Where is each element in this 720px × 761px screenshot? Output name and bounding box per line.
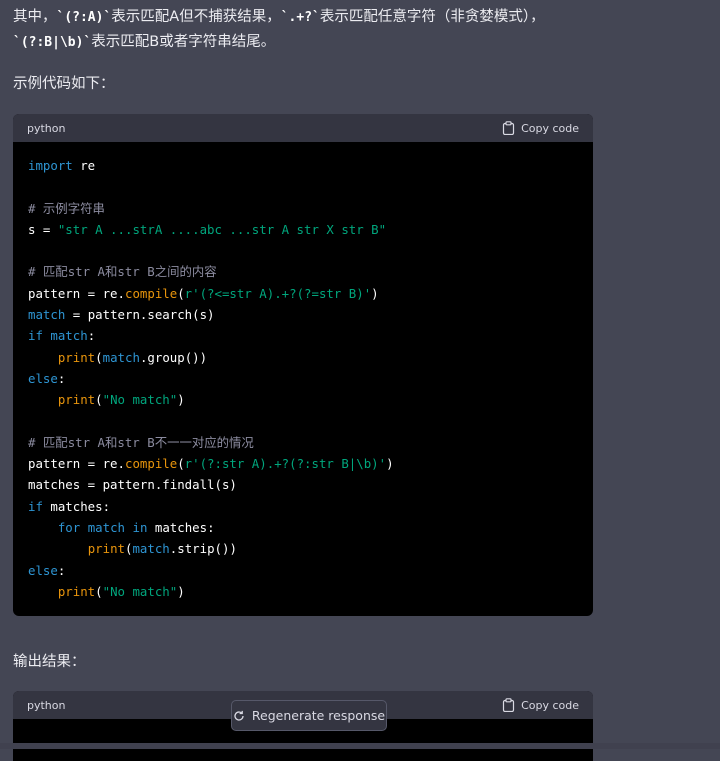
code-block-header: python Copy code [13,114,593,142]
code-block: python Copy code import re # 示例字符串 s = "… [13,114,593,616]
code-token: = pattern.search(s) [65,307,215,323]
code-string: r'(?<=str A).+?(?=str B)' [184,285,372,301]
code-token: matches = pattern.findall(s) [28,477,237,493]
code-content: import re # 示例字符串 s = "str A ...strA ...… [13,142,593,612]
text: 表示匹配B或者字符串结尾。 [91,34,276,50]
code-builtin: print [87,541,125,557]
code-token: : [87,328,96,344]
clipboard-icon [502,698,515,712]
code-token: matches: [147,520,215,536]
code-comment: # 示例字符串 [28,200,105,216]
code-token: ( [177,456,185,472]
inline-code: `.+?` [280,10,320,25]
code-keyword: match [102,349,140,365]
code-keyword: if [28,328,43,344]
refresh-icon [234,710,244,721]
code-token: pattern = re. [28,285,125,301]
regenerate-label: Regenerate response [251,708,386,723]
code-token: matches: [42,498,111,514]
code-string: "str A ...strA ....abc ...str A str X st… [57,221,387,237]
explanation-line-1: 其中，`(?:A)`表示匹配A但不捕获结果，`.+?`表示匹配任意字符（非贪婪模… [13,5,545,30]
code-keyword: else [28,562,58,578]
code-builtin: compile [124,456,178,472]
explanation-line-2: `(?:B|\b)`表示匹配B或者字符串结尾。 [13,30,275,55]
code-keyword: match [50,328,88,344]
code-token: ) [386,456,394,472]
code-keyword: if [28,498,43,514]
regenerate-response-button[interactable]: Regenerate response [231,700,387,731]
code-string: "No match" [102,583,178,599]
code-string: r'(?:str A).+?(?:str B|\b)' [184,456,387,472]
clipboard-icon [502,121,515,135]
code-token: ( [177,285,185,301]
code-token: ) [371,285,379,301]
code-token: : [57,562,66,578]
code-token: .strip()) [169,541,237,557]
example-label: 示例代码如下： [13,76,115,92]
inline-code: `(?:B|\b)` [13,35,92,50]
code-comment: # 匹配str A和str B不一一对应的情况 [28,434,254,450]
text: 表示匹配A但不捕获结果， [111,9,281,25]
copy-code-label: Copy code [521,121,579,135]
code-language: python [27,698,66,712]
copy-code-label: Copy code [521,698,579,712]
code-keyword: match [87,520,126,536]
input-area-edge [0,743,720,749]
code-string: "No match" [102,392,178,408]
code-token: s = [28,221,58,237]
code-token: ( [95,392,103,408]
text: 其中， [13,9,57,25]
code-token: pattern = re. [28,456,125,472]
code-language: python [27,121,66,135]
code-token: import [28,158,73,173]
code-comment: # 匹配str A和str B之间的内容 [28,264,217,280]
code-token: : [57,370,66,386]
copy-code-button[interactable]: Copy code [502,698,579,712]
code-keyword: for [57,520,81,536]
output-label: 输出结果： [13,654,86,670]
code-builtin: print [57,349,96,365]
code-builtin: print [57,392,96,408]
code-token: re [72,158,96,173]
code-token: ( [95,583,103,599]
code-token: ) [177,583,185,599]
copy-code-button[interactable]: Copy code [502,121,579,135]
code-keyword: match [132,541,170,557]
code-keyword: in [132,520,148,536]
code-keyword: match [28,307,66,323]
code-token: ) [177,392,185,408]
code-token: .group()) [139,349,208,365]
code-keyword: else [28,370,58,386]
inline-code: `(?:A)` [56,10,112,25]
code-token: ( [95,349,103,365]
text: 表示匹配任意字符（非贪婪模式）， [319,9,545,25]
code-builtin: compile [124,285,178,301]
code-builtin: print [57,583,96,599]
